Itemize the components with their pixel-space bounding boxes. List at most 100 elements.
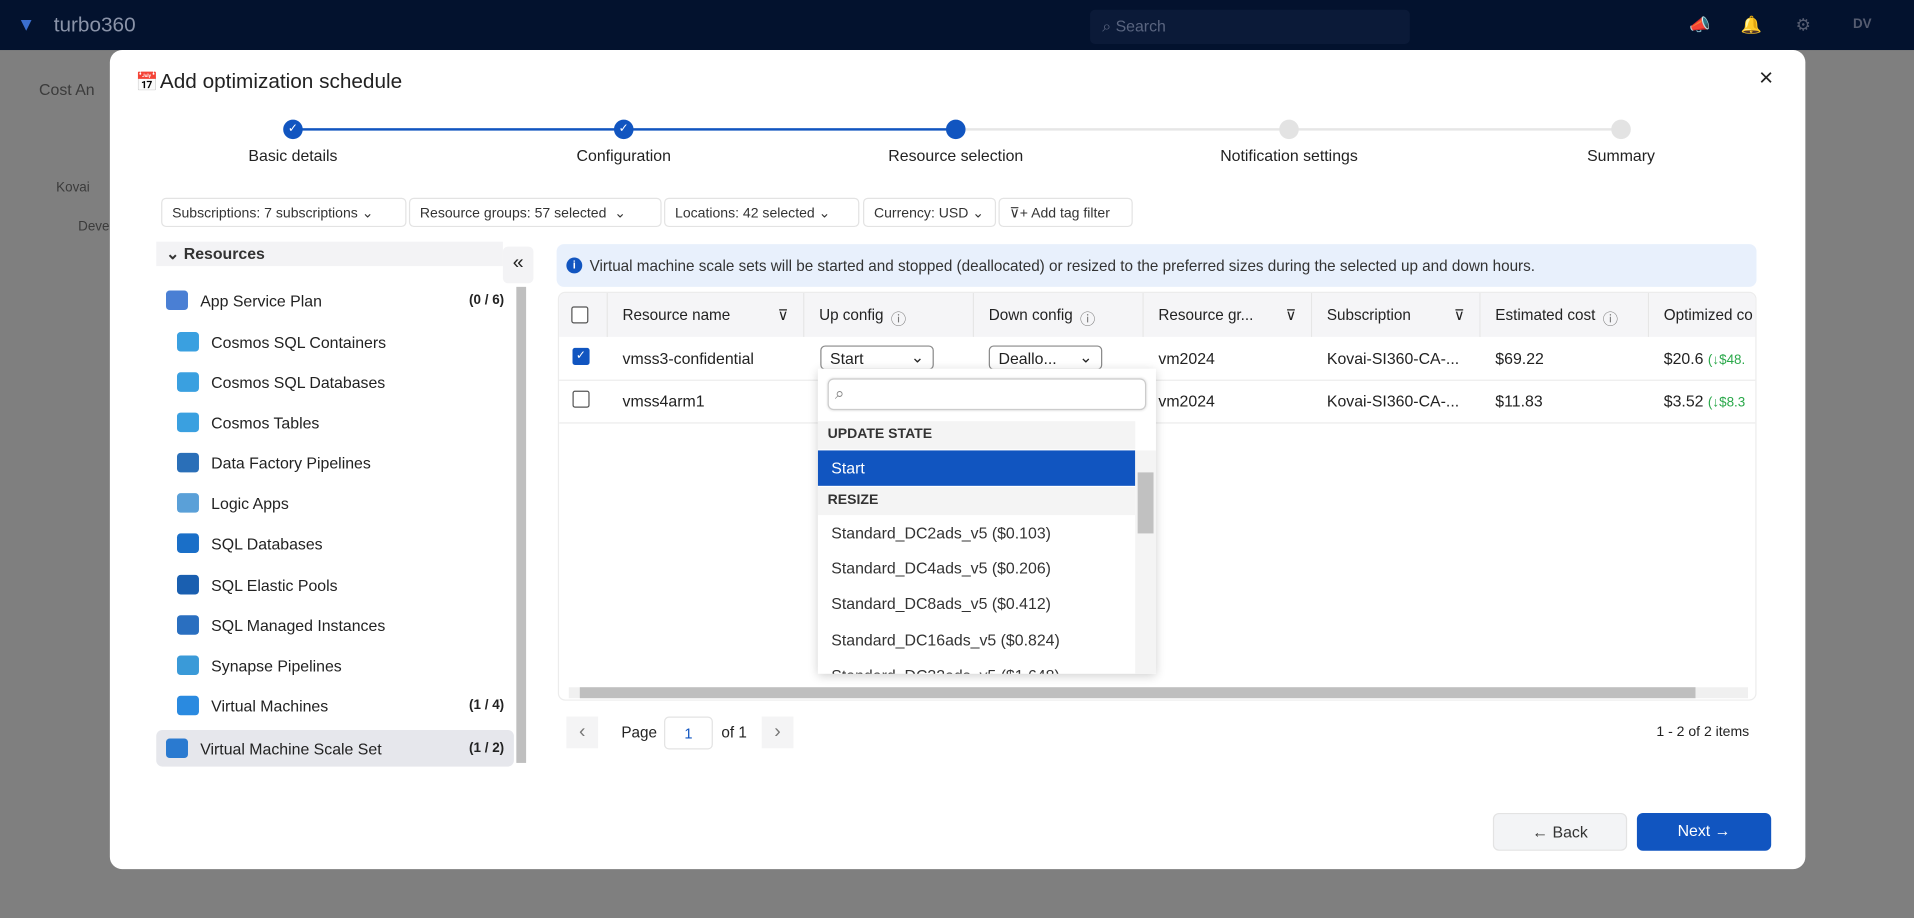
column-down-config: Down config ⓘ — [974, 292, 1144, 337]
sidebar-item-label: Data Factory Pipelines — [211, 453, 371, 472]
step-resource-selection: Resource selection — [888, 146, 1024, 165]
sidebar-item-virtual-machine-scale-set[interactable]: Virtual Machine Scale Set (1 / 2) — [156, 729, 514, 767]
column-label: Down config — [988, 306, 1073, 324]
turbo360-logo-icon: ▼ — [17, 14, 36, 36]
page-input[interactable] — [664, 716, 713, 750]
sidebar-item-label: Cosmos Tables — [211, 413, 320, 432]
page-label: Page — [621, 723, 657, 741]
option-start[interactable]: Start — [817, 450, 1136, 486]
column-resource-name[interactable]: Resource name ⊽ — [607, 292, 805, 337]
column-estimated-cost: Estimated cost ⓘ — [1480, 292, 1650, 337]
back-button[interactable]: ← Back — [1492, 812, 1628, 851]
subscription: Kovai-SI360-CA-... — [1326, 391, 1460, 411]
checkbox-checked-icon[interactable]: ✓ — [572, 347, 590, 365]
chevron-down-icon: ⌄ — [972, 206, 985, 221]
global-search[interactable]: ⌕ Search — [1090, 9, 1410, 44]
settings-icon[interactable]: ⚙ — [1796, 15, 1811, 36]
sidebar-item-cosmos-sql-containers[interactable]: Cosmos SQL Containers — [156, 323, 514, 360]
option-size[interactable]: Standard_DC16ads_v5 ($0.824) — [818, 623, 1135, 658]
checkbox-unchecked-icon[interactable] — [572, 390, 590, 408]
column-resource-group[interactable]: Resource gr... ⊽ — [1143, 292, 1313, 337]
info-text: Virtual machine scale sets will be start… — [589, 256, 1536, 275]
option-size[interactable]: Standard_DC8ads_v5 ($0.412) — [818, 586, 1135, 621]
collapse-sidebar-button[interactable]: « — [502, 246, 534, 284]
sidebar-item-sql-managed-instances[interactable]: SQL Managed Instances — [156, 607, 514, 644]
step-current-dot — [946, 119, 966, 140]
option-size[interactable]: Standard_DC4ads_v5 ($0.206) — [818, 551, 1135, 586]
info-banner: i Virtual machine scale sets will be star… — [556, 244, 1757, 287]
sidebar-item-data-factory-pipelines[interactable]: Data Factory Pipelines — [156, 444, 514, 481]
resource-group: vm2024 — [1158, 349, 1215, 368]
currency-filter[interactable]: Currency: USD ⌄ — [863, 197, 997, 228]
sidebar-item-virtual-machines[interactable]: Virtual Machines (1 / 4) — [156, 687, 514, 724]
option-size[interactable]: Standard_DC32ads_v5 ($1.648) — [818, 658, 1135, 673]
cosmos-icon — [176, 372, 199, 392]
next-button[interactable]: Next → — [1636, 812, 1772, 851]
filter-icon[interactable]: ⊽ — [1454, 306, 1465, 323]
sidebar-item-count: (0 / 6) — [469, 292, 505, 308]
announcement-icon[interactable]: 📣 — [1689, 15, 1710, 36]
optimized-cost-value: $20.6 — [1663, 349, 1704, 368]
bell-icon[interactable]: 🔔 — [1741, 15, 1762, 36]
sidebar-item-label: SQL Databases — [211, 534, 323, 553]
step-configuration: Configuration — [576, 146, 671, 165]
sidebar-item-label: Cosmos SQL Databases — [211, 372, 386, 392]
sidebar-item-label: Cosmos SQL Containers — [211, 332, 387, 351]
user-avatar[interactable]: DV — [1853, 17, 1872, 32]
next-page-button[interactable]: › — [761, 716, 794, 749]
vmss-icon — [166, 738, 188, 759]
table-horizontal-scrollbar[interactable] — [568, 687, 1748, 699]
resource-name: vmss3-confidential — [622, 349, 754, 368]
app-name: turbo360 — [53, 13, 136, 37]
sidebar-scrollbar[interactable] — [516, 286, 527, 763]
column-subscription[interactable]: Subscription ⊽ — [1312, 292, 1481, 337]
sql-managed-instance-icon — [176, 615, 199, 635]
sidebar-item-logic-apps[interactable]: Logic Apps — [156, 485, 514, 522]
locations-filter[interactable]: Locations: 42 selected ⌄ — [664, 197, 860, 228]
group-resize: RESIZE — [817, 487, 1136, 516]
chevron-down-icon: ⌄ — [910, 347, 925, 367]
app-service-plan-icon — [166, 290, 188, 311]
sidebar-item-synapse-pipelines[interactable]: Synapse Pipelines — [156, 647, 514, 684]
step-pending-dot — [1279, 119, 1299, 140]
close-button[interactable]: × — [1759, 65, 1773, 93]
scrollbar-thumb[interactable] — [579, 687, 1696, 699]
column-label: Estimated cost — [1495, 306, 1596, 324]
dropdown-scrollbar[interactable] — [1135, 450, 1156, 674]
add-tag-filter-button[interactable]: ⊽+ Add tag filter — [998, 197, 1133, 228]
prev-page-button[interactable]: ‹ — [566, 716, 599, 749]
virtual-machine-icon — [176, 695, 199, 716]
info-circle-icon[interactable]: ⓘ — [891, 306, 906, 328]
dropdown-search-input[interactable] — [827, 378, 1147, 411]
subscriptions-filter[interactable]: Subscriptions: 7 subscriptions ⌄ — [161, 197, 407, 228]
search-placeholder: Search — [1115, 17, 1166, 36]
up-config-select[interactable]: Start ⌄ — [820, 345, 934, 370]
sql-database-icon — [176, 533, 199, 553]
sidebar-item-app-service-plan[interactable]: App Service Plan (0 / 6) — [156, 282, 514, 319]
sidebar-item-cosmos-tables[interactable]: Cosmos Tables — [156, 404, 514, 441]
info-circle-icon[interactable]: ⓘ — [1603, 306, 1618, 328]
row-checkbox[interactable] — [572, 390, 590, 408]
sidebar-item-cosmos-sql-databases[interactable]: Cosmos SQL Databases — [156, 364, 514, 401]
column-optimized-cost: Optimized co — [1649, 292, 1756, 337]
resources-header[interactable]: ⌄ Resources — [156, 241, 503, 267]
resources-header-label: Resources — [183, 244, 265, 263]
down-config-select[interactable]: Deallo... ⌄ — [988, 345, 1103, 370]
filter-icon[interactable]: ⊽ — [1286, 306, 1297, 323]
sidebar-item-sql-databases[interactable]: SQL Databases — [156, 525, 514, 562]
sidebar-item-label: Virtual Machines — [211, 696, 329, 715]
filter-label: Currency: USD — [873, 206, 969, 221]
resource-groups-filter[interactable]: Resource groups: 57 selected ⌄ — [408, 197, 662, 228]
estimated-cost: $69.22 — [1495, 349, 1544, 368]
option-size[interactable]: Standard_DC2ads_v5 ($0.103) — [818, 515, 1135, 550]
filter-label: Add tag filter — [1031, 206, 1110, 221]
sidebar-item-sql-elastic-pools[interactable]: SQL Elastic Pools — [156, 566, 514, 603]
filter-icon[interactable]: ⊽ — [778, 306, 789, 323]
group-update-state: UPDATE STATE — [817, 421, 1136, 450]
select-all-checkbox[interactable] — [571, 306, 589, 324]
top-navbar: ▼ turbo360 ⌕ Search 📣 🔔 ⚙ DV — [0, 0, 1914, 51]
info-circle-icon[interactable]: ⓘ — [1080, 306, 1095, 328]
scrollbar-thumb[interactable] — [1137, 472, 1154, 534]
row-checkbox[interactable]: ✓ — [572, 347, 590, 365]
data-factory-icon — [176, 452, 199, 473]
